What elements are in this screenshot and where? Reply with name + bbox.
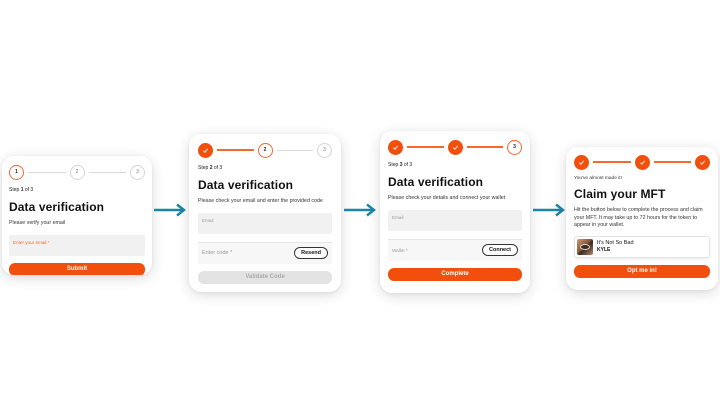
arrow-right-icon	[533, 203, 565, 217]
step-line	[88, 171, 126, 173]
stepper	[574, 154, 710, 170]
step-prefix: Step	[388, 162, 400, 168]
step-suffix: of 3	[212, 165, 223, 171]
arrow-right-icon	[344, 203, 376, 217]
check-icon	[452, 145, 458, 150]
step-indicator: Step 3 of 3	[388, 162, 522, 168]
email-field[interactable]: Email	[198, 212, 332, 234]
arrow-right-icon	[154, 203, 186, 217]
card-claim: You've almost made it! Claim your MFT Hi…	[566, 147, 718, 290]
check-icon	[203, 148, 209, 153]
code-input[interactable]: Enter code * Resend	[198, 241, 332, 264]
submit-button[interactable]: Submit	[9, 262, 145, 275]
step-dot-3-complete	[695, 154, 710, 170]
code-placeholder: Enter code *	[202, 250, 233, 257]
step-suffix: of 3	[402, 162, 413, 168]
step-suffix: of 3	[23, 187, 34, 193]
onboarding-flow: 1 2 3 Step 1 of 3 Data verification Plea…	[0, 0, 720, 405]
opt-in-button[interactable]: Opt me in!	[574, 265, 710, 279]
step-dot-2: 2	[69, 164, 85, 180]
step-line	[466, 146, 503, 148]
step-dot-1-complete	[574, 154, 589, 170]
card-description: Please verify your email	[9, 220, 66, 226]
card-title: Claim your MFT	[574, 187, 666, 201]
nft-artist: KYLE	[597, 247, 611, 254]
step-line	[407, 146, 444, 148]
email-input[interactable]: Enter your email *	[9, 234, 145, 256]
check-icon	[700, 160, 706, 165]
step-line	[653, 161, 691, 163]
email-field[interactable]: Email	[388, 209, 522, 231]
card-step-3: 3 Step 3 of 3 Data verification Please c…	[380, 131, 530, 293]
wallet-input[interactable]: Wallet * Connect	[388, 238, 522, 261]
step-dot-3: 3	[130, 164, 145, 180]
card-description: Hit the button below to complete the pro…	[574, 207, 703, 229]
step-prefix: Step	[198, 165, 210, 171]
step-line	[276, 149, 313, 151]
step-dot-3: 3	[317, 142, 332, 158]
step-line	[28, 171, 66, 173]
nft-thumbnail	[577, 239, 593, 256]
step-prefix: Step	[9, 187, 21, 193]
check-icon	[579, 160, 585, 165]
step-dot-1-complete	[388, 139, 403, 155]
step-indicator: Step 1 of 3	[9, 187, 145, 193]
stepper: 2 3	[198, 142, 332, 158]
step-dot-1-complete	[198, 142, 213, 158]
step-line	[217, 149, 254, 151]
step-indicator: Step 2 of 3	[198, 165, 332, 171]
check-icon	[393, 145, 399, 150]
card-description: Please check your details and connect yo…	[388, 195, 506, 201]
nft-info: It's Not So Bad KYLE	[597, 240, 634, 254]
step-dot-2: 2	[257, 142, 273, 158]
card-step-2: 2 3 Step 2 of 3 Data verification Please…	[189, 134, 341, 292]
card-step-1: 1 2 3 Step 1 of 3 Data verification Plea…	[2, 156, 152, 275]
connect-button[interactable]: Connect	[482, 244, 518, 257]
resend-button[interactable]: Resend	[294, 247, 328, 260]
step-dot-2-complete	[447, 139, 463, 155]
card-title: Data verification	[198, 178, 294, 192]
card-description: Please check your email and enter the pr…	[198, 198, 323, 204]
step-line	[593, 161, 631, 163]
wallet-placeholder: Wallet *	[392, 247, 408, 253]
almost-done-text: You've almost made it!	[574, 176, 622, 181]
nft-preview: It's Not So Bad KYLE	[574, 236, 710, 259]
check-icon	[639, 160, 645, 165]
stepper: 3	[388, 139, 522, 155]
step-dot-1: 1	[9, 164, 24, 180]
step-dot-2-complete	[634, 154, 650, 170]
card-title: Data verification	[9, 200, 105, 214]
step-dot-3: 3	[507, 139, 522, 155]
complete-button[interactable]: Complete	[388, 267, 522, 281]
nft-name: It's Not So Bad	[597, 240, 634, 247]
card-title: Data verification	[388, 175, 484, 189]
validate-code-button[interactable]: Validate Code	[198, 270, 332, 284]
stepper: 1 2 3	[9, 164, 145, 180]
